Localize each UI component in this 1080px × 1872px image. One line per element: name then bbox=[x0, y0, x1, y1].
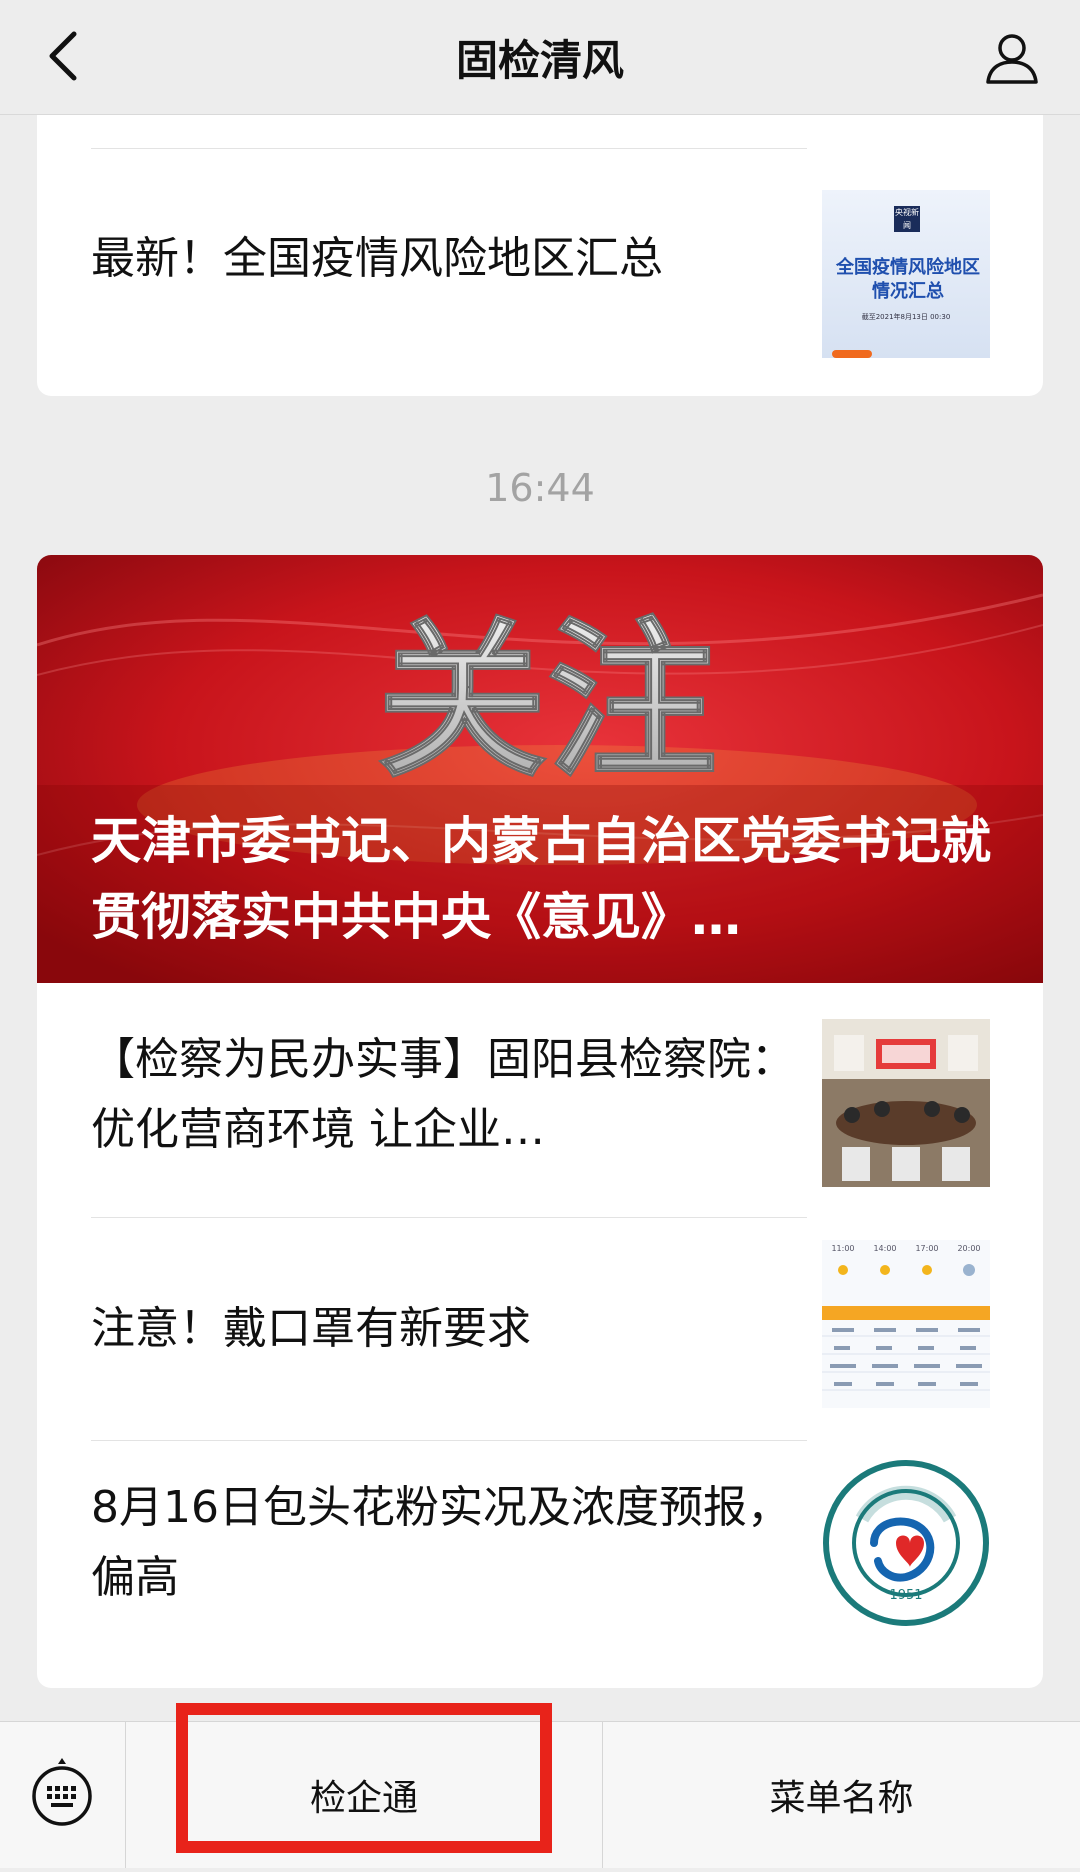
profile-icon[interactable] bbox=[984, 30, 1040, 86]
divider bbox=[91, 148, 807, 149]
article-item[interactable]: 注意！戴口罩有新要求 11:00 14:00 17:00 20:00 bbox=[37, 1218, 1043, 1440]
nav-bar: 固检清风 bbox=[0, 0, 1080, 115]
hospital-logo: 1951 bbox=[822, 1459, 990, 1627]
svg-text:1951: 1951 bbox=[889, 1588, 922, 1603]
menu-item-jianqitong[interactable]: 检企通 bbox=[126, 1722, 603, 1868]
hero-banner-text: 关注 bbox=[377, 603, 717, 801]
keyboard-icon bbox=[32, 1758, 92, 1826]
article-title: 8月16日包头花粉实况及浓度预报，偏高 bbox=[91, 1482, 791, 1603]
thumb-headline: 全国疫情风险地区 情况汇总 bbox=[836, 257, 980, 302]
hero-title: 天津市委书记、内蒙古自治区党委书记就贯彻落实中共中央《意见》… bbox=[91, 812, 991, 946]
weather-grid bbox=[822, 1264, 990, 1391]
article-thumbnail: 11:00 14:00 17:00 20:00 bbox=[822, 1240, 990, 1408]
article-card: 最新！全国疫情风险地区汇总 央视新闻 全国疫情风险地区 情况汇总 截至2021年… bbox=[37, 80, 1043, 396]
thumb-date: 截至2021年8月13日 00:30 bbox=[861, 313, 951, 321]
news-badge: 央视新闻 bbox=[894, 206, 920, 232]
article-title: 【检察为民办实事】固阳县检察院：优化营商环境 让企业… bbox=[91, 1034, 795, 1155]
article-item[interactable]: 【检察为民办实事】固阳县检察院：优化营商环境 让企业… bbox=[37, 983, 1043, 1205]
hero-article[interactable]: 关注 天津市委书记、内蒙古自治区党委书记就贯彻落实中共中央《意见》… bbox=[37, 555, 1043, 983]
article-title: 最新！全国疫情风险地区汇总 bbox=[91, 233, 663, 284]
article-item[interactable]: 8月16日包头花粉实况及浓度预报，偏高 1951 bbox=[37, 1441, 1043, 1681]
thumb-deco bbox=[832, 350, 872, 358]
article-item[interactable]: 最新！全国疫情风险地区汇总 央视新闻 全国疫情风险地区 情况汇总 截至2021年… bbox=[37, 176, 1043, 366]
article-title: 注意！戴口罩有新要求 bbox=[91, 1303, 531, 1354]
bottom-menu-bar: 检企通 菜单名称 bbox=[0, 1721, 1080, 1868]
keyboard-toggle[interactable] bbox=[0, 1722, 126, 1868]
page-title: 固检清风 bbox=[455, 35, 624, 85]
article-thumbnail bbox=[822, 1019, 990, 1187]
article-card: 关注 天津市委书记、内蒙古自治区党委书记就贯彻落实中共中央《意见》… 【检察为民… bbox=[37, 555, 1043, 1688]
message-timestamp: 16:44 bbox=[485, 466, 595, 510]
article-thumbnail: 央视新闻 全国疫情风险地区 情况汇总 截至2021年8月13日 00:30 bbox=[822, 190, 990, 358]
menu-item-menu-name[interactable]: 菜单名称 bbox=[603, 1722, 1080, 1868]
back-arrow-icon[interactable] bbox=[38, 28, 88, 84]
